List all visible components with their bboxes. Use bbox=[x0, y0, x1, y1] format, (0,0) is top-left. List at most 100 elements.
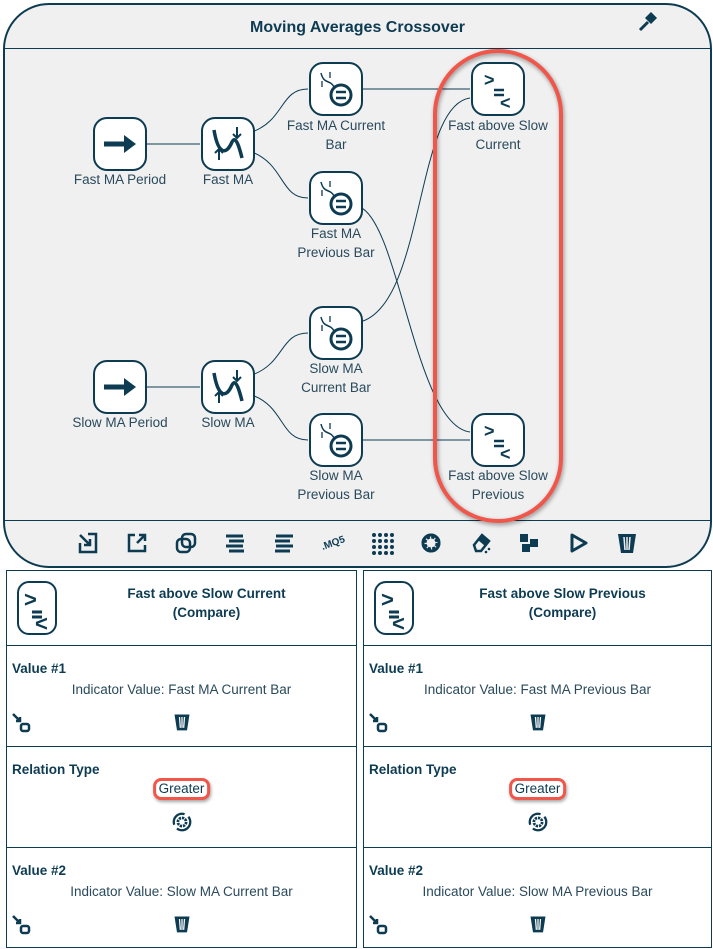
node-label: Slow MA bbox=[309, 361, 362, 376]
node-box[interactable] bbox=[201, 117, 255, 171]
trash-icon[interactable] bbox=[528, 914, 548, 939]
grid-button[interactable] bbox=[369, 530, 395, 556]
panel-title: Fast above Slow Current bbox=[127, 586, 286, 601]
svg-text:>: > bbox=[484, 70, 495, 90]
node-label: Slow MA Period bbox=[72, 415, 167, 430]
node[interactable]: Slow MA Previous Bar bbox=[297, 413, 375, 502]
node[interactable]: Fast MA bbox=[201, 117, 255, 187]
align-left-button[interactable] bbox=[222, 530, 248, 556]
trash-icon[interactable] bbox=[172, 914, 192, 939]
align-left-icon bbox=[226, 534, 244, 553]
node[interactable]: >< Fast above Slow Previous bbox=[448, 413, 548, 502]
svg-text:>: > bbox=[484, 421, 495, 441]
value1-section: Value #1 Indicator Value: Fast MA Curren… bbox=[7, 646, 356, 747]
play-button[interactable] bbox=[565, 530, 591, 556]
trash-icon[interactable] bbox=[172, 712, 192, 737]
settings-icon bbox=[421, 533, 441, 553]
connect-input-icon[interactable] bbox=[368, 914, 390, 941]
trash-icon bbox=[618, 534, 636, 553]
relation-type-value[interactable]: Greater bbox=[152, 778, 211, 800]
trash-icon[interactable] bbox=[528, 712, 548, 737]
svg-text:<: < bbox=[500, 93, 511, 113]
node[interactable]: Slow MA Period bbox=[72, 360, 168, 430]
layout-button[interactable] bbox=[516, 530, 542, 556]
connection bbox=[251, 394, 309, 441]
svg-text:<: < bbox=[35, 611, 48, 633]
change-relation-icon[interactable] bbox=[171, 811, 193, 838]
value1-section: Value #1 Indicator Value: Fast MA Previo… bbox=[364, 646, 711, 747]
compare-icon: >< bbox=[374, 581, 414, 636]
node-box[interactable] bbox=[309, 413, 363, 467]
value1-label: Value #1 bbox=[12, 661, 67, 676]
mq5-icon: .MQ5 bbox=[319, 533, 347, 553]
node-label: Fast MA Period bbox=[74, 172, 166, 187]
node-properties-panel: > < Fast above Slow Current (Compare) Valu… bbox=[6, 570, 357, 948]
node-box[interactable] bbox=[309, 306, 363, 360]
align-right-button[interactable] bbox=[271, 530, 297, 556]
change-relation-icon[interactable] bbox=[527, 811, 549, 838]
eraser-icon bbox=[472, 533, 491, 554]
node-label: Fast above Slow bbox=[448, 468, 548, 483]
connection bbox=[251, 151, 309, 199]
value2-label: Value #2 bbox=[369, 863, 424, 878]
connect-input-icon[interactable] bbox=[11, 914, 33, 941]
trash-button[interactable] bbox=[614, 530, 640, 556]
node-label: Current bbox=[475, 137, 520, 152]
import-button[interactable] bbox=[75, 530, 101, 556]
value1-label: Value #1 bbox=[369, 661, 424, 676]
node-box[interactable] bbox=[309, 171, 363, 225]
connection bbox=[251, 332, 309, 376]
node[interactable]: Fast MA Current Bar bbox=[287, 62, 386, 152]
layout-icon bbox=[520, 534, 538, 552]
svg-text:<: < bbox=[392, 611, 405, 633]
value1-value[interactable]: Indicator Value: Fast MA Previous Bar bbox=[364, 682, 711, 697]
node[interactable]: >< Fast above Slow Current bbox=[448, 62, 548, 152]
panel-title: Fast above Slow Previous bbox=[479, 586, 646, 601]
relation-label: Relation Type bbox=[369, 762, 457, 777]
connect-input-icon[interactable] bbox=[11, 712, 33, 739]
relation-type-value[interactable]: Greater bbox=[508, 778, 567, 800]
value2-value[interactable]: Indicator Value: Slow MA Current Bar bbox=[7, 884, 356, 899]
duplicate-icon bbox=[175, 532, 197, 554]
mq5-button[interactable]: .MQ5 bbox=[319, 530, 347, 556]
relation-section: Relation Type Greater bbox=[7, 747, 356, 848]
node-label: Bar bbox=[325, 137, 347, 152]
node-label: Previous Bar bbox=[297, 487, 375, 502]
svg-text:>: > bbox=[381, 587, 394, 612]
value1-value[interactable]: Indicator Value: Fast MA Current Bar bbox=[7, 682, 356, 697]
node-box[interactable] bbox=[309, 62, 363, 116]
value2-label: Value #2 bbox=[12, 863, 67, 878]
panel-header: > < Fast above Slow Current (Compare) bbox=[7, 571, 356, 646]
node-label: Fast MA bbox=[203, 172, 253, 187]
eraser-button[interactable] bbox=[467, 530, 493, 556]
node[interactable]: Slow MA bbox=[201, 360, 255, 430]
node-properties-panel: > < Fast above Slow Previous (Compare) Val… bbox=[363, 570, 712, 948]
export-button[interactable] bbox=[124, 530, 150, 556]
svg-text:<: < bbox=[500, 444, 511, 464]
compare-icon: >< bbox=[17, 581, 57, 636]
connect-input-icon[interactable] bbox=[368, 712, 390, 739]
node-label: Slow MA bbox=[201, 415, 254, 430]
import-icon bbox=[78, 532, 98, 554]
svg-text:>: > bbox=[24, 587, 37, 612]
value2-value[interactable]: Indicator Value: Slow MA Previous Bar bbox=[364, 884, 711, 899]
duplicate-button[interactable] bbox=[173, 530, 199, 556]
node-label: Slow MA bbox=[309, 468, 362, 483]
node[interactable]: Fast MA Previous Bar bbox=[297, 171, 375, 260]
node-box[interactable] bbox=[201, 360, 255, 414]
node-label: Fast MA bbox=[311, 226, 361, 241]
relation-label: Relation Type bbox=[12, 762, 100, 777]
settings-button[interactable] bbox=[418, 530, 444, 556]
node-graph: Fast MA Period Fast MAFast MA CurrentBarF… bbox=[72, 49, 563, 523]
node-label: Previous bbox=[472, 487, 525, 502]
relation-section: Relation Type Greater bbox=[364, 747, 711, 848]
panel-subtitle: (Compare) bbox=[172, 605, 241, 620]
node[interactable]: Slow MA Current Bar bbox=[301, 306, 371, 395]
value2-section: Value #2 Indicator Value: Slow MA Curren… bbox=[7, 848, 356, 948]
align-right-icon bbox=[275, 534, 293, 553]
node[interactable]: Fast MA Period bbox=[74, 117, 166, 187]
value2-section: Value #2 Indicator Value: Slow MA Previo… bbox=[364, 848, 711, 948]
panel-header: > < Fast above Slow Previous (Compare) bbox=[364, 571, 711, 646]
strategy-canvas: Moving Averages Crossover Fast MA Period… bbox=[3, 3, 712, 568]
node-label: Fast MA Current bbox=[287, 118, 386, 133]
